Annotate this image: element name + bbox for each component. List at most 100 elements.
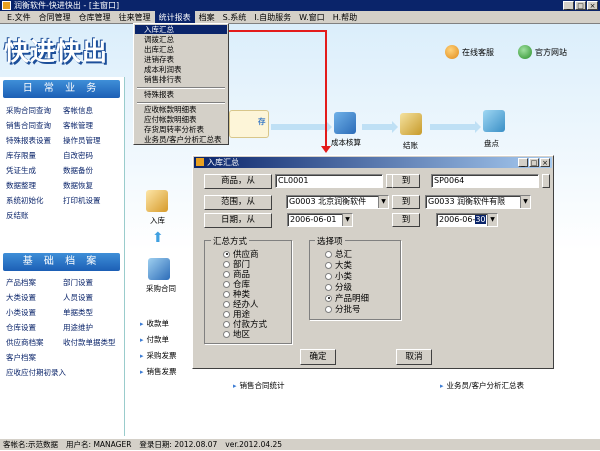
sidebar-item[interactable]: 打印机设置 (63, 195, 120, 207)
maximize-button[interactable]: □ (575, 1, 586, 10)
sidebar-item[interactable]: 数据恢复 (63, 180, 120, 192)
chevron-down-icon[interactable]: ▼ (487, 214, 497, 226)
sales-contract-stats-link[interactable]: 销售合同统计 (233, 380, 285, 391)
close-button[interactable]: × (587, 1, 598, 10)
sidebar-item[interactable]: 客帐信息 (63, 105, 120, 117)
menu-reports[interactable]: 统计报表 (154, 10, 195, 24)
sidebar-item[interactable]: 自改密码 (63, 150, 120, 162)
sidebar-item[interactable]: 供应商档案 (6, 337, 63, 349)
official-site-link[interactable]: 官方网站 (518, 45, 567, 59)
window-titlebar: 润衡软件-快进快出 - [主窗口] _ □ × (0, 0, 600, 11)
sidebar-item[interactable]: 采购合同查询 (6, 105, 63, 117)
product-button[interactable]: 商品，从 (204, 174, 272, 189)
cancel-button[interactable]: 取消 (396, 349, 432, 365)
sidebar-item[interactable]: 用途维护 (63, 322, 120, 334)
menu-item-instock-summary[interactable]: 入库汇总 (135, 25, 227, 34)
menu-archive[interactable]: 档案 (195, 11, 219, 24)
menu-item-special-report[interactable]: 特殊报表 (135, 90, 227, 99)
date-to-field[interactable]: 2006-06-30 ▼ (436, 213, 498, 227)
menu-item-cost-profit[interactable]: 成本利润表 (135, 65, 227, 74)
menu-contract[interactable]: 合同管理 (35, 11, 75, 24)
menu-file[interactable]: E.文件 (3, 11, 35, 24)
purchase-contract-icon[interactable] (148, 258, 170, 280)
online-service-link[interactable]: 在线客服 (445, 45, 494, 59)
chevron-down-icon[interactable]: ▼ (342, 214, 352, 226)
truck-icon[interactable] (483, 110, 505, 132)
menu-help[interactable]: H.帮助 (329, 11, 361, 24)
sidebar-item[interactable]: 大类设置 (6, 292, 63, 304)
sidebar-item[interactable] (63, 352, 120, 364)
receipt-link[interactable]: 收款单 (140, 318, 170, 329)
sidebar-item[interactable]: 客帐管理 (63, 120, 120, 132)
payment-link[interactable]: 付款单 (140, 334, 170, 345)
ok-button[interactable]: 确定 (300, 349, 336, 365)
menu-item-outstock-summary[interactable]: 出库汇总 (135, 45, 227, 54)
sidebar-item[interactable]: 部门设置 (63, 277, 120, 289)
sidebar-item[interactable]: 系统初始化 (6, 195, 63, 207)
minimize-button[interactable]: _ (563, 1, 574, 10)
menu-accounts[interactable]: 往来管理 (115, 11, 155, 24)
menu-system[interactable]: S.系统 (219, 11, 251, 24)
product-from-field[interactable]: CL0001 (275, 174, 383, 188)
summary-option[interactable]: 地区 (223, 328, 250, 340)
sales-invoice-link[interactable]: 销售发票 (140, 366, 177, 377)
ledger-icon[interactable] (400, 113, 422, 135)
inventory-label[interactable]: 盘点 (484, 138, 499, 149)
sidebar-item[interactable]: 销售合同查询 (6, 120, 63, 132)
calculator-icon[interactable] (334, 112, 356, 134)
summary-mode-label: 汇总方式 (211, 235, 250, 247)
sidebar-item[interactable]: 小类设置 (6, 307, 63, 319)
sidebar-item[interactable]: 数据整理 (6, 180, 63, 192)
menu-item-receivable[interactable]: 应收帐款明细表 (135, 105, 227, 114)
cost-accounting-label[interactable]: 成本核算 (331, 137, 361, 148)
date-from-field[interactable]: 2006-06-01 ▼ (287, 213, 353, 227)
menu-warehouse[interactable]: 仓库管理 (75, 11, 115, 24)
sidebar-item[interactable]: 单据类型 (63, 307, 120, 319)
product-to-lookup[interactable] (542, 174, 550, 188)
product-to-field[interactable]: SP0064 (431, 174, 539, 188)
scope-from-select[interactable]: G0003 北京润衡软件 ▼ (286, 195, 389, 209)
menu-item-sales-rank[interactable]: 销售排行表 (135, 75, 227, 84)
sidebar-item[interactable] (63, 367, 120, 379)
scope-to-select[interactable]: G0033 润衡软件有限 ▼ (425, 195, 531, 209)
sidebar-item[interactable]: 人员设置 (63, 292, 120, 304)
settlement-label[interactable]: 结账 (403, 140, 418, 151)
menu-item-inventory-table[interactable]: 进销存表 (135, 55, 227, 64)
menu-item-payable[interactable]: 应付帐款明细表 (135, 115, 227, 124)
instock-icon[interactable] (146, 190, 168, 212)
sidebar-item[interactable]: 库存限量 (6, 150, 63, 162)
date-button[interactable]: 日期，从 (204, 213, 272, 228)
sidebar-item[interactable]: 操作员管理 (63, 135, 120, 147)
dialog-maximize-button[interactable]: □ (529, 158, 539, 167)
instock-label[interactable]: 入库 (150, 215, 165, 226)
sidebar-item[interactable]: 仓库设置 (6, 322, 63, 334)
menu-item-transfer-summary[interactable]: 调拨汇总 (135, 35, 227, 44)
product-to-button[interactable]: 到 (392, 174, 420, 188)
menu-selfservice[interactable]: I.自助服务 (250, 11, 295, 24)
chevron-down-icon[interactable]: ▼ (378, 196, 388, 208)
menu-item-salesman-analysis[interactable]: 业务员/客户分析汇总表 (135, 135, 227, 144)
purchase-contract-label[interactable]: 采购合同 (146, 283, 176, 294)
sidebar-item[interactable]: 数据备份 (63, 165, 120, 177)
sidebar-item[interactable]: 收付款单据类型 (63, 337, 120, 349)
salesman-analysis-link[interactable]: 业务员/客户分析汇总表 (440, 380, 525, 391)
sidebar-item[interactable]: 客户档案 (6, 352, 63, 364)
sidebar-item[interactable] (63, 210, 120, 222)
scope-to-button[interactable]: 到 (392, 195, 420, 209)
date-to-button[interactable]: 到 (392, 213, 420, 227)
sidebar-item[interactable]: 反结账 (6, 210, 63, 222)
sidebar-item[interactable]: 凭证生成 (6, 165, 63, 177)
dialog-close-button[interactable]: × (540, 158, 550, 167)
select-option[interactable]: 分批号 (325, 303, 361, 315)
purchase-invoice-link[interactable]: 采购发票 (140, 350, 177, 361)
sidebar-item[interactable]: 产品档案 (6, 277, 63, 289)
sidebar-item[interactable]: 特殊报表设置 (6, 135, 63, 147)
reports-dropdown: 入库汇总 调拨汇总 出库汇总 进销存表 成本利润表 销售排行表 特殊报表 应收帐… (133, 23, 229, 145)
scope-from-value: G0003 北京润衡软件 (289, 197, 367, 206)
dialog-minimize-button[interactable]: _ (518, 158, 528, 167)
chevron-down-icon[interactable]: ▼ (520, 196, 530, 208)
menu-window[interactable]: W.窗口 (295, 11, 329, 24)
menu-item-turnover[interactable]: 存货周转率分析表 (135, 125, 227, 134)
sidebar-item[interactable]: 应收应付期初录入 (6, 367, 66, 379)
scope-button[interactable]: 范围，从 (204, 195, 272, 210)
